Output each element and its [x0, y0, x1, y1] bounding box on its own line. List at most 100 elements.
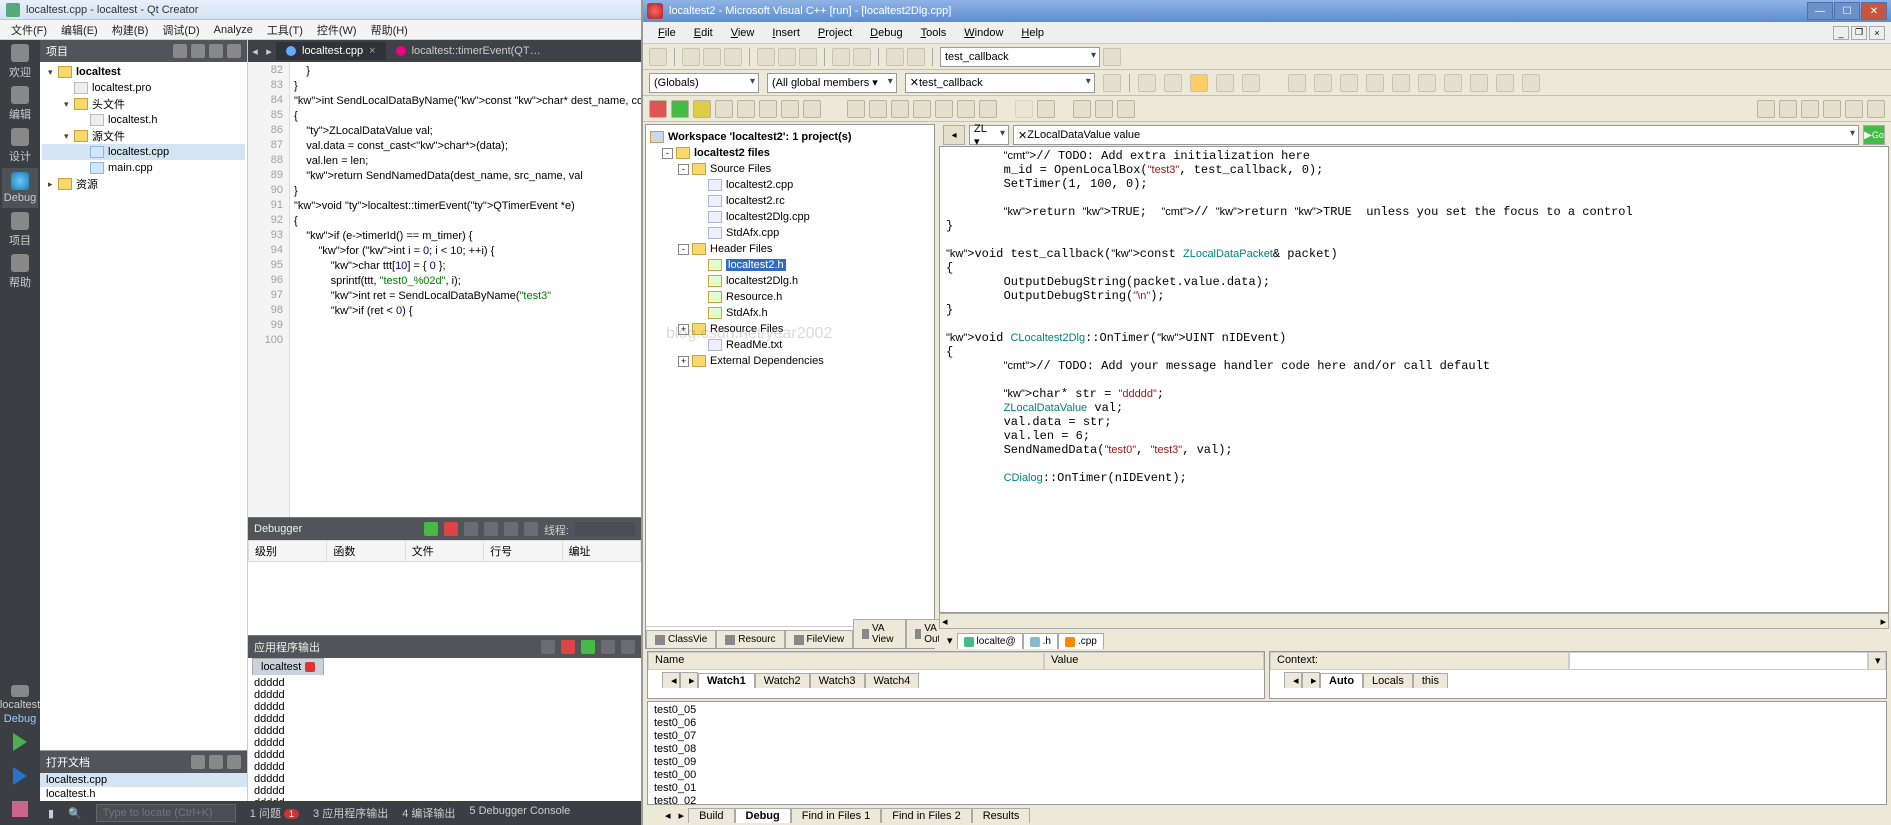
- context-dropdown-icon[interactable]: ▾: [1868, 652, 1886, 670]
- split-icon[interactable]: [209, 755, 223, 769]
- ws-tree-item[interactable]: +Resource Files: [650, 321, 930, 337]
- workspace-tabs[interactable]: ClassVieResourcFileViewVA ViewVA Outl: [646, 626, 934, 648]
- expand-icon[interactable]: -: [662, 148, 673, 159]
- tab-nav-left-icon[interactable]: ◂: [248, 45, 262, 58]
- ws-tree-item[interactable]: localtest2Dlg.h: [650, 273, 930, 289]
- ws-tree-item[interactable]: -localtest2 files: [650, 145, 930, 161]
- plus-icon[interactable]: [601, 640, 615, 654]
- split-icon[interactable]: [209, 44, 223, 58]
- registers-icon[interactable]: [913, 100, 931, 118]
- file-tab[interactable]: .h: [1023, 633, 1058, 649]
- menu-item[interactable]: 调试(D): [155, 20, 206, 40]
- nav-left-icon[interactable]: [1015, 100, 1033, 118]
- maximize-button[interactable]: ☐: [1834, 2, 1860, 20]
- memory-icon[interactable]: [935, 100, 953, 118]
- qt-menubar[interactable]: 文件(F)编辑(E)构建(B)调试(D)Analyze工具(T)控件(W)帮助(…: [0, 20, 641, 40]
- nav-right-icon[interactable]: ▸: [1302, 672, 1320, 688]
- disasm-icon[interactable]: [979, 100, 997, 118]
- tree-item[interactable]: main.cpp: [42, 160, 245, 176]
- stack-table[interactable]: 级别函数文件行号编址: [248, 540, 641, 635]
- watch-tab[interactable]: Watch3: [810, 673, 865, 688]
- nav-fwd-icon[interactable]: [1418, 74, 1436, 92]
- bp-enable-icon[interactable]: [1095, 100, 1113, 118]
- tree-item[interactable]: ▾源文件: [42, 128, 245, 144]
- stop-debug-icon[interactable]: [649, 100, 667, 118]
- dropdown-icon[interactable]: ▾: [943, 632, 957, 649]
- mode-help[interactable]: 帮助: [2, 252, 38, 292]
- menu-item[interactable]: 控件(W): [310, 20, 364, 40]
- status-item[interactable]: 5 Debugger Console: [469, 805, 570, 821]
- nav-left-icon[interactable]: ◂: [662, 672, 680, 688]
- workspace-pane[interactable]: Workspace 'localtest2': 1 project(s) blo…: [645, 124, 935, 649]
- menu-item[interactable]: Project: [809, 24, 861, 42]
- run-to-cursor-icon[interactable]: [803, 100, 821, 118]
- nav-left-icon[interactable]: ◂: [1284, 672, 1302, 688]
- mode-design[interactable]: 设计: [2, 126, 38, 166]
- status-item[interactable]: 1 问题 1: [250, 805, 299, 821]
- minus-icon[interactable]: [621, 640, 635, 654]
- step-into-icon[interactable]: [484, 522, 498, 536]
- vs-toolbar-debug[interactable]: [643, 96, 1891, 122]
- vs-menubar[interactable]: FileEditViewInsertProjectDebugToolsWindo…: [643, 22, 1891, 44]
- workspace-icon[interactable]: [886, 48, 904, 66]
- close-tab-icon[interactable]: ×: [369, 45, 375, 57]
- expand-icon[interactable]: +: [678, 324, 689, 335]
- ws-tree-item[interactable]: -Source Files: [650, 161, 930, 177]
- step-over-icon[interactable]: [759, 100, 777, 118]
- undo-icon[interactable]: [832, 48, 850, 66]
- new-icon[interactable]: [649, 48, 667, 66]
- save-all-icon[interactable]: [724, 48, 742, 66]
- menu-item[interactable]: Help: [1012, 24, 1053, 42]
- nav-back-icon[interactable]: [1392, 74, 1410, 92]
- openfile-item[interactable]: localtest.h: [40, 787, 247, 801]
- step-into-icon[interactable]: [737, 100, 755, 118]
- editor-file-tabs[interactable]: ▾ localte@.h.cpp: [939, 629, 1889, 649]
- goto-icon[interactable]: [1103, 74, 1121, 92]
- expand-icon[interactable]: +: [678, 356, 689, 367]
- mode-proj[interactable]: 项目: [2, 210, 38, 250]
- menu-item[interactable]: Tools: [912, 24, 956, 42]
- tb-icon7[interactable]: [1522, 74, 1540, 92]
- vs-toolbar-wizard[interactable]: (Globals) (All global members ▾ ✕ test_c…: [643, 70, 1891, 96]
- output-tab[interactable]: localtest: [252, 658, 324, 675]
- tb-alert-icon[interactable]: [1190, 74, 1208, 92]
- tree-item[interactable]: localtest.cpp: [42, 144, 245, 160]
- continue-icon[interactable]: [424, 522, 438, 536]
- nav-right-icon[interactable]: ▸: [675, 808, 689, 823]
- watch-tab[interactable]: Auto: [1320, 673, 1363, 688]
- tb-icon4[interactable]: [1242, 74, 1260, 92]
- output-text[interactable]: test0_05test0_06test0_07test0_08test0_09…: [647, 701, 1887, 805]
- func-combo[interactable]: ✕ test_callback: [905, 73, 1095, 93]
- col-name[interactable]: Name: [648, 652, 1044, 670]
- stop2-icon[interactable]: [561, 640, 575, 654]
- redo-icon[interactable]: [853, 48, 871, 66]
- nav-class-combo[interactable]: ZL ▾: [969, 125, 1009, 145]
- mdi-minimize-icon[interactable]: _: [1833, 26, 1849, 40]
- mdi-close-icon[interactable]: ×: [1869, 26, 1885, 40]
- nav-member-combo[interactable]: ✕ ZLocalDataValue value: [1013, 125, 1859, 145]
- output-tab[interactable]: Debug: [735, 808, 791, 823]
- menu-item[interactable]: Edit: [685, 24, 722, 42]
- menu-item[interactable]: 工具(T): [260, 20, 310, 40]
- openfiles-list[interactable]: localtest.cpplocaltest.h: [40, 773, 247, 801]
- qt-code-editor[interactable]: 828384858687888990919293949596979899100 …: [248, 62, 641, 517]
- registers-window-icon[interactable]: [1867, 100, 1885, 118]
- status-item[interactable]: 3 应用程序输出: [313, 805, 388, 821]
- ws-tab[interactable]: Resourc: [716, 630, 784, 648]
- nav-right-icon[interactable]: [1037, 100, 1055, 118]
- watch-tab[interactable]: Watch1: [698, 673, 755, 688]
- tb-icon3[interactable]: [1216, 74, 1234, 92]
- members-combo[interactable]: (All global members ▾: [767, 73, 897, 93]
- ws-tree-item[interactable]: localtest2.rc: [650, 193, 930, 209]
- watch-tab[interactable]: Locals: [1363, 673, 1413, 688]
- rerun-icon[interactable]: [581, 640, 595, 654]
- col-header[interactable]: 编址: [562, 541, 640, 562]
- close-button[interactable]: ✕: [1861, 2, 1887, 20]
- menu-item[interactable]: 文件(F): [4, 20, 54, 40]
- project-tree[interactable]: ▾localtestlocaltest.pro▾头文件localtest.h▾源…: [40, 62, 247, 750]
- tb-icon6[interactable]: [1496, 74, 1514, 92]
- tb-icon5[interactable]: [1470, 74, 1488, 92]
- nav-right-icon[interactable]: ▸: [680, 672, 698, 688]
- step-over-icon[interactable]: [464, 522, 478, 536]
- mode-edit[interactable]: 编辑: [2, 84, 38, 124]
